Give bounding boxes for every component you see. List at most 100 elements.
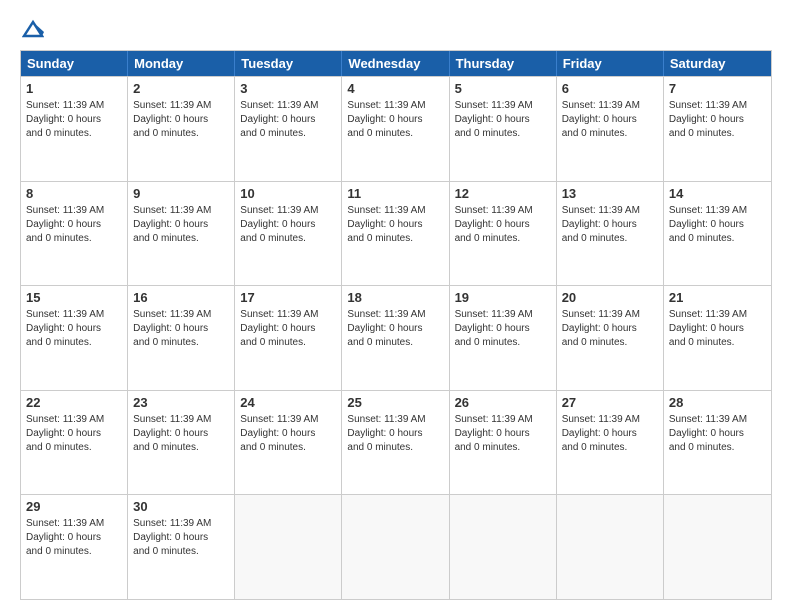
table-row: 18 Sunset: 11:39 AMDaylight: 0 hoursand 0… [342, 286, 449, 390]
header-sunday: Sunday [21, 51, 128, 76]
table-row: 13Sunset: 11:39 AMDaylight: 0 hoursand 0… [557, 182, 664, 286]
table-row: 28 Sunset: 11:39 AMDaylight: 0 hoursand 0… [664, 391, 771, 495]
calendar-week-2: 8 Sunset: 11:39 AMDaylight: 0 hoursand 0 … [21, 181, 771, 286]
table-row: 9Sunset: 11:39 AMDaylight: 0 hoursand 0 … [128, 182, 235, 286]
day-info: Sunset: 11:39 AMDaylight: 0 hoursand 0 m… [26, 99, 122, 141]
day-info: Sunset: 11:39 AMDaylight: 0 hoursand 0 m… [455, 308, 551, 350]
day-info: Sunset: 11:39 AMDaylight: 0 hoursand 0 m… [240, 99, 336, 141]
table-row: 27 Sunset: 11:39 AMDaylight: 0 hoursand 0… [557, 391, 664, 495]
day-number: 26 [455, 395, 551, 410]
header-friday: Friday [557, 51, 664, 76]
day-number: 15 [26, 290, 122, 305]
day-number: 3 [240, 81, 336, 96]
table-row: 16 Sunset: 11:39 AMDaylight: 0 hoursand 0… [128, 286, 235, 390]
day-info: Sunset: 11:39 AMDaylight: 0 hoursand 0 m… [562, 413, 658, 455]
day-info: Sunset: 11:39 AMDaylight: 0 hoursand 0 m… [240, 413, 336, 455]
table-row: 19 Sunset: 11:39 AMDaylight: 0 hoursand 0… [450, 286, 557, 390]
table-row: 25Sunset: 11:39 AMDaylight: 0 hoursand 0… [342, 391, 449, 495]
day-info: Sunset: 11:39 AMDaylight: 0 hoursand 0 m… [455, 99, 551, 141]
table-row: 3 Sunset: 11:39 AMDaylight: 0 hoursand 0 … [235, 77, 342, 181]
table-row: 30 Sunset: 11:39 AMDaylight: 0 hoursand 0… [128, 495, 235, 599]
day-number: 16 [133, 290, 229, 305]
page: Sunday Monday Tuesday Wednesday Thursday… [0, 0, 792, 612]
calendar-week-1: 1 Sunset: 11:39 AMDaylight: 0 hoursand 0 … [21, 76, 771, 181]
day-number: 21 [669, 290, 766, 305]
day-info: Sunset: 11:39 AMDaylight: 0 hoursand 0 m… [347, 308, 443, 350]
calendar-week-4: 22Sunset: 11:39 AMDaylight: 0 hoursand 0… [21, 390, 771, 495]
table-row: 26 Sunset: 11:39 AMDaylight: 0 hoursand 0… [450, 391, 557, 495]
day-info: Sunset: 11:39 AMDaylight: 0 hoursand 0 m… [562, 308, 658, 350]
day-number: 13 [562, 186, 658, 201]
day-number: 7 [669, 81, 766, 96]
logo [20, 18, 44, 40]
day-info: Sunset: 11:39 AMDaylight: 0 hoursand 0 m… [669, 204, 766, 246]
calendar-header-row: Sunday Monday Tuesday Wednesday Thursday… [21, 51, 771, 76]
day-info: Sunset: 11:39 AMDaylight: 0 hoursand 0 m… [26, 413, 122, 455]
table-row: 20 Sunset: 11:39 AMDaylight: 0 hoursand 0… [557, 286, 664, 390]
day-info: Sunset: 11:39 AMDaylight: 0 hoursand 0 m… [562, 99, 658, 141]
table-row [342, 495, 449, 599]
day-info: Sunset: 11:39 AMDaylight: 0 hoursand 0 m… [133, 308, 229, 350]
day-number: 2 [133, 81, 229, 96]
day-number: 30 [133, 499, 229, 514]
day-info: Sunset: 11:39 AMDaylight: 0 hoursand 0 m… [133, 99, 229, 141]
day-info: Sunset: 11:39 AMDaylight: 0 hoursand 0 m… [240, 204, 336, 246]
day-info: Sunset: 11:39 AMDaylight: 0 hoursand 0 m… [347, 413, 443, 455]
day-info: Sunset: 11:39 AMDaylight: 0 hoursand 0 m… [669, 308, 766, 350]
table-row: 11 Sunset: 11:39 AMDaylight: 0 hoursand 0… [342, 182, 449, 286]
table-row: 24Sunset: 11:39 AMDaylight: 0 hoursand 0… [235, 391, 342, 495]
table-row: 1 Sunset: 11:39 AMDaylight: 0 hoursand 0 … [21, 77, 128, 181]
header-wednesday: Wednesday [342, 51, 449, 76]
table-row [664, 495, 771, 599]
day-info: Sunset: 11:39 AMDaylight: 0 hoursand 0 m… [455, 413, 551, 455]
day-info: Sunset: 11:39 AMDaylight: 0 hoursand 0 m… [26, 308, 122, 350]
day-info: Sunset: 11:39 AMDaylight: 0 hoursand 0 m… [347, 204, 443, 246]
table-row: 4 Sunset: 11:39 AMDaylight: 0 hoursand 0 … [342, 77, 449, 181]
table-row: 21 Sunset: 11:39 AMDaylight: 0 hoursand 0… [664, 286, 771, 390]
day-number: 29 [26, 499, 122, 514]
day-info: Sunset: 11:39 AMDaylight: 0 hoursand 0 m… [669, 99, 766, 141]
day-number: 20 [562, 290, 658, 305]
day-info: Sunset: 11:39 AMDaylight: 0 hoursand 0 m… [669, 413, 766, 455]
table-row: 2 Sunset: 11:39 AMDaylight: 0 hoursand 0 … [128, 77, 235, 181]
day-number: 18 [347, 290, 443, 305]
day-info: Sunset: 11:39 AMDaylight: 0 hoursand 0 m… [26, 517, 122, 559]
table-row: 8Sunset: 11:39 AMDaylight: 0 hoursand 0 … [21, 182, 128, 286]
table-row: 10 Sunset: 11:39 AMDaylight: 0 hoursand 0… [235, 182, 342, 286]
table-row: 23Sunset: 11:39 AMDaylight: 0 hoursand 0… [128, 391, 235, 495]
day-number: 12 [455, 186, 551, 201]
day-number: 14 [669, 186, 766, 201]
day-number: 10 [240, 186, 336, 201]
day-number: 11 [347, 186, 443, 201]
header-monday: Monday [128, 51, 235, 76]
header-saturday: Saturday [664, 51, 771, 76]
day-number: 27 [562, 395, 658, 410]
day-info: Sunset: 11:39 AMDaylight: 0 hoursand 0 m… [455, 204, 551, 246]
table-row [235, 495, 342, 599]
table-row [557, 495, 664, 599]
day-number: 23 [133, 395, 229, 410]
day-info: Sunset: 11:39 AMDaylight: 0 hoursand 0 m… [133, 517, 229, 559]
table-row: 7 Sunset: 11:39 AMDaylight: 0 hoursand 0 … [664, 77, 771, 181]
table-row: 22Sunset: 11:39 AMDaylight: 0 hoursand 0… [21, 391, 128, 495]
calendar-body: 1 Sunset: 11:39 AMDaylight: 0 hoursand 0 … [21, 76, 771, 599]
day-number: 4 [347, 81, 443, 96]
day-number: 6 [562, 81, 658, 96]
table-row: 17 Sunset: 11:39 AMDaylight: 0 hoursand 0… [235, 286, 342, 390]
header-thursday: Thursday [450, 51, 557, 76]
table-row: 29 Sunset: 11:39 AMDaylight: 0 hoursand 0… [21, 495, 128, 599]
day-number: 5 [455, 81, 551, 96]
table-row: 5 Sunset: 11:39 AMDaylight: 0 hoursand 0 … [450, 77, 557, 181]
day-number: 28 [669, 395, 766, 410]
table-row [450, 495, 557, 599]
day-number: 1 [26, 81, 122, 96]
logo-icon [22, 18, 44, 40]
header [20, 18, 772, 40]
day-number: 19 [455, 290, 551, 305]
day-number: 8 [26, 186, 122, 201]
calendar: Sunday Monday Tuesday Wednesday Thursday… [20, 50, 772, 600]
calendar-week-3: 15 Sunset: 11:39 AMDaylight: 0 hoursand 0… [21, 285, 771, 390]
day-info: Sunset: 11:39 AMDaylight: 0 hoursand 0 m… [240, 308, 336, 350]
day-number: 17 [240, 290, 336, 305]
day-info: Sunset: 11:39 AMDaylight: 0 hoursand 0 m… [347, 99, 443, 141]
